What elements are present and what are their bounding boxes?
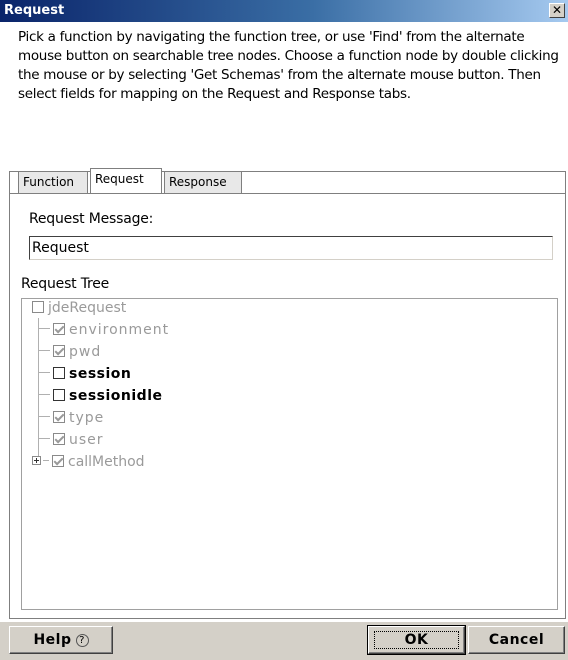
tree-checkbox[interactable] xyxy=(53,389,65,401)
tree-node-type[interactable]: type xyxy=(38,408,104,428)
tree-node-environment[interactable]: environment xyxy=(38,320,169,340)
tree-checkbox[interactable] xyxy=(53,323,65,335)
tree-node-sessionidle[interactable]: sessionidle xyxy=(38,386,163,406)
tab-function-label: Function xyxy=(23,175,75,189)
request-tree-label: Request Tree xyxy=(21,276,110,292)
window-title: Request xyxy=(4,3,65,18)
request-message-input[interactable]: Request xyxy=(29,236,553,260)
expand-icon[interactable] xyxy=(32,456,41,465)
tree-node-label: user xyxy=(69,432,104,448)
tree-checkbox[interactable] xyxy=(53,411,65,423)
tree-node-label: callMethod xyxy=(68,454,145,470)
instructions-text: Pick a function by navigating the functi… xyxy=(18,29,559,102)
request-dialog: Request ✕ Pick a function by navigating … xyxy=(0,0,568,660)
request-message-value: Request xyxy=(32,240,89,256)
focus-ring xyxy=(374,631,459,649)
tab-response-label: Response xyxy=(169,175,227,189)
tree-node-root[interactable]: jdeRequest xyxy=(32,298,126,318)
tree-node-session[interactable]: session xyxy=(38,364,131,384)
tree-node-label: sessionidle xyxy=(69,388,163,404)
tree-checkbox[interactable] xyxy=(53,433,65,445)
cancel-button-label: Cancel xyxy=(488,632,545,648)
tree-node-label: type xyxy=(69,410,105,426)
close-icon: ✕ xyxy=(551,3,563,17)
request-message-label: Request Message: xyxy=(29,211,154,227)
tree-node-user[interactable]: user xyxy=(38,430,104,450)
help-button-label: Help xyxy=(33,632,72,648)
tree-node-label: session xyxy=(69,366,132,382)
tab-request[interactable]: Request xyxy=(90,168,162,193)
cancel-button[interactable]: Cancel xyxy=(468,626,565,654)
tree-checkbox[interactable] xyxy=(52,455,64,467)
tree-node-callmethod[interactable]: callMethod xyxy=(32,452,145,472)
close-button[interactable]: ✕ xyxy=(549,3,565,18)
tree-node-label: pwd xyxy=(69,344,102,360)
tree-node-label: environment xyxy=(69,322,170,338)
tab-function[interactable]: Function xyxy=(18,171,88,193)
tree-node-label: jdeRequest xyxy=(48,300,127,316)
tree-checkbox[interactable] xyxy=(53,345,65,357)
ok-button[interactable]: OK xyxy=(367,625,466,655)
tab-divider xyxy=(9,193,566,194)
tree-checkbox[interactable] xyxy=(53,367,65,379)
tree-node-pwd[interactable]: pwd xyxy=(38,342,101,362)
tab-request-label: Request xyxy=(95,172,144,186)
tab-response[interactable]: Response xyxy=(164,171,242,193)
title-bar[interactable]: Request ✕ xyxy=(0,0,568,22)
help-icon: ? xyxy=(75,634,89,647)
tree-checkbox[interactable] xyxy=(32,301,44,313)
help-button[interactable]: Help? xyxy=(9,626,113,654)
